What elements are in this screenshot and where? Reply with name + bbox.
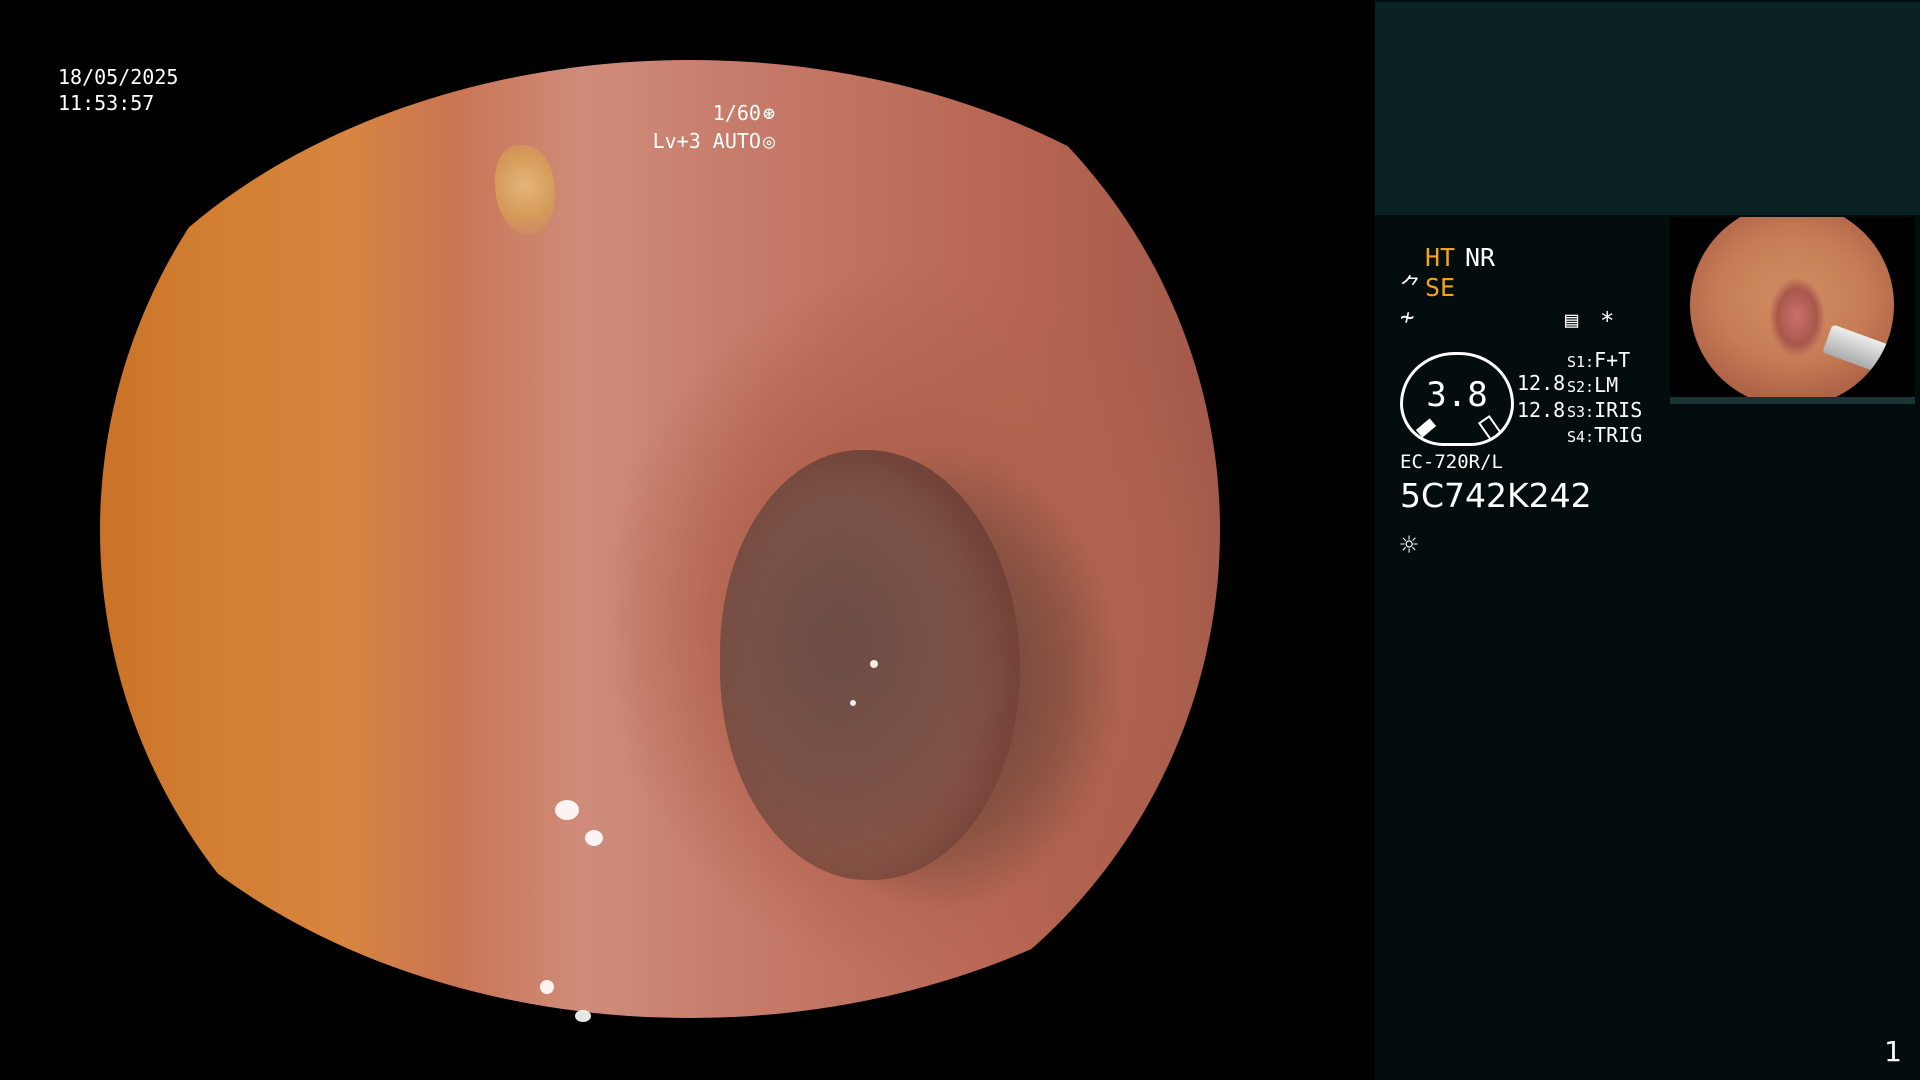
- memory-icon: ▤: [1565, 308, 1579, 333]
- scope-serial: 5C742K242: [1400, 476, 1592, 515]
- structure-enhance-icon: ⺈: [1400, 275, 1423, 300]
- gauge-reading-2: 12.8: [1517, 398, 1566, 422]
- glare-spot: [585, 830, 603, 846]
- slot-key: S4:: [1567, 428, 1595, 446]
- slot-value: IRIS: [1594, 398, 1643, 422]
- thumbnail-status-bar: [1670, 397, 1915, 404]
- switch-slot-1: S1:F+T: [1567, 348, 1630, 374]
- endoscope-view: 18/05/2025 11:53:57 1/60 ⊛ Lv+3 AUTO ◎: [0, 0, 1375, 1080]
- patient-info-area: [1375, 2, 1920, 215]
- glare-spot: [850, 700, 856, 706]
- shutter-display: 1/60 ⊛: [713, 100, 775, 126]
- gauge-reading-1: 12.8: [1517, 371, 1566, 395]
- brightness-level-display: Lv+3 AUTO ◎: [653, 128, 775, 154]
- slot-key: S3:: [1567, 403, 1595, 421]
- glare-spot: [575, 1010, 591, 1022]
- magnification-gauge: 3.8: [1400, 352, 1514, 446]
- shutter-value: 1/60: [712, 101, 761, 125]
- scope-model: EC-720R/L: [1400, 451, 1503, 473]
- shutter-icon: ⊛: [762, 101, 775, 125]
- filter-icon: ≁: [1400, 303, 1415, 331]
- se-indicator: SE: [1425, 273, 1456, 302]
- ht-indicator: HT: [1425, 243, 1456, 272]
- page-number: 1: [1884, 1035, 1902, 1068]
- thumbnail-image: [1690, 217, 1894, 397]
- gauge-marker-outline: [1477, 414, 1503, 442]
- light-source-icon: ☼: [1400, 528, 1419, 563]
- switch-slot-2: S2:LM: [1567, 373, 1618, 399]
- glare-spot: [1220, 275, 1234, 291]
- slot-value: TRIG: [1594, 423, 1643, 447]
- debris-spot: [495, 145, 555, 235]
- switch-slot-4: S4:TRIG: [1567, 423, 1642, 449]
- colon-fold-rim: [1156, 100, 1220, 960]
- star-indicator: *: [1600, 307, 1615, 335]
- glare-spot: [1170, 190, 1178, 200]
- gauge-value: 3.8: [1426, 375, 1488, 415]
- iris-icon: ◎: [762, 129, 775, 153]
- brightness-level-value: Lv+3 AUTO: [652, 129, 761, 153]
- instrument-in-thumbnail: [1822, 324, 1894, 380]
- slot-key: S1:: [1567, 353, 1595, 371]
- time-display: 11:53:57: [58, 91, 155, 115]
- glare-spot: [555, 800, 579, 820]
- info-panel: HT NR ⺈ SE ≁ ▤ * 3.8 12.8 12.8 S1:F+T S2…: [1375, 0, 1920, 1080]
- endoscope-image: [100, 60, 1234, 1022]
- date-display: 18/05/2025: [58, 65, 179, 89]
- glare-spot: [870, 660, 878, 668]
- slot-value: LM: [1594, 373, 1619, 397]
- switch-slot-3: S3:IRIS: [1567, 398, 1642, 424]
- gauge-marker-filled: [1415, 418, 1437, 438]
- nr-indicator: NR: [1465, 243, 1496, 272]
- captured-image-thumbnail[interactable]: [1670, 217, 1915, 404]
- slot-value: F+T: [1594, 348, 1631, 372]
- slot-key: S2:: [1567, 378, 1595, 396]
- glare-spot: [540, 980, 554, 994]
